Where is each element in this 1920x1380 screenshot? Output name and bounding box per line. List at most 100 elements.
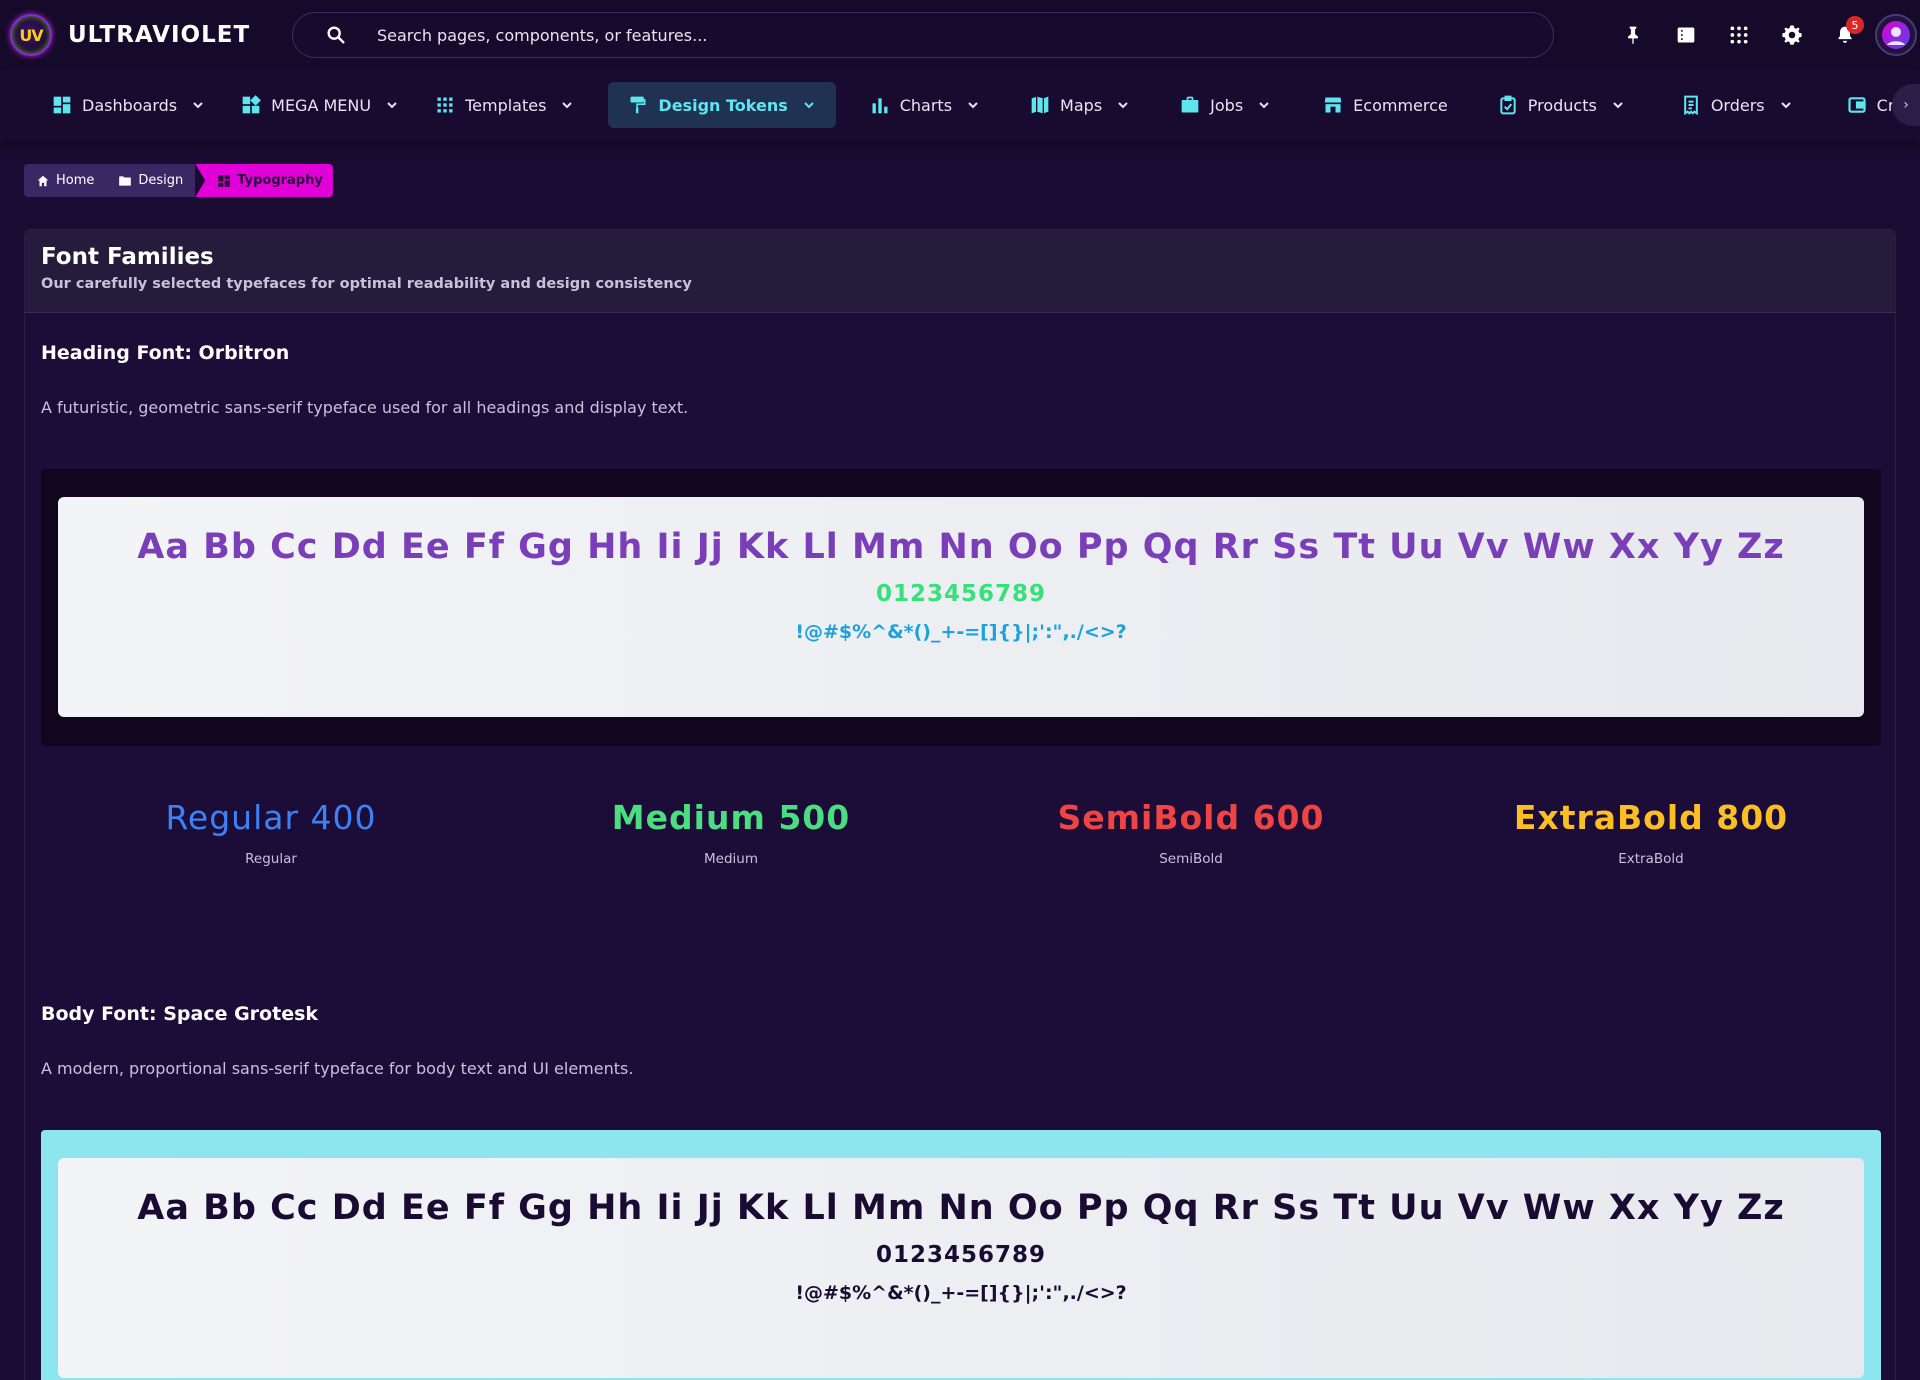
breadcrumb-label: Home (56, 173, 95, 188)
heading-font-description: A futuristic, geometric sans-serif typef… (41, 398, 689, 417)
dashboard-icon (53, 96, 71, 114)
nav-label: Charts (899, 95, 953, 115)
nav-item-products[interactable]: Products (1486, 82, 1637, 128)
app-name: ULTRAVIOLET (68, 22, 251, 48)
sample-symbols: !@#$%^&*()_+-=[]{}|;':",./<>? (795, 1282, 1127, 1304)
search-bar[interactable] (292, 12, 1554, 58)
nav-label: Ecommerce (1353, 95, 1448, 115)
weight-name: Regular 400 (165, 798, 377, 837)
nav-item-ecommerce[interactable]: Ecommerce (1311, 82, 1460, 128)
sample-digits: 0123456789 (875, 1242, 1047, 1268)
weight-label: Regular (245, 851, 297, 867)
nav-label: MEGA MENU (271, 95, 372, 115)
font-families-card: Font Families Our carefully selected typ… (24, 229, 1896, 1380)
nav-label: Templates (465, 95, 547, 115)
breadcrumb-design[interactable]: Design (106, 164, 196, 197)
list-view-button[interactable] (1659, 12, 1712, 58)
nav-item-dashboards[interactable]: Dashboards (40, 82, 217, 128)
body-font-sample: Aa Bb Cc Dd Ee Ff Gg Hh Ii Jj Kk Ll Mm N… (58, 1158, 1864, 1378)
sample-letters: Aa Bb Cc Dd Ee Ff Gg Hh Ii Jj Kk Ll Mm N… (137, 527, 1785, 567)
logo-badge: UV (10, 14, 52, 56)
nav-item-maps[interactable]: Maps (1018, 82, 1142, 128)
chevron-down-icon (804, 102, 814, 109)
nav-label: Orders (1710, 95, 1765, 115)
sample-letters: Aa Bb Cc Dd Ee Ff Gg Hh Ii Jj Kk Ll Mm N… (137, 1188, 1785, 1228)
heading-font-title: Heading Font: Orbitron (41, 342, 290, 364)
nav-item-jobs[interactable]: Jobs (1168, 82, 1283, 128)
weight-name: SemiBold 600 (1057, 798, 1325, 837)
chevron-right-icon: › (1903, 97, 1909, 113)
breadcrumb-home[interactable]: Home (24, 164, 107, 197)
map-icon (1031, 96, 1049, 114)
user-icon (1882, 21, 1910, 49)
gear-icon (1781, 25, 1802, 45)
folder-icon (119, 175, 132, 186)
sample-symbols: !@#$%^&*()_+-=[]{}|;':",./<>? (795, 621, 1127, 643)
pin-button[interactable] (1606, 12, 1659, 58)
chevron-down-icon (1613, 102, 1623, 109)
nav-item-orders[interactable]: Orders (1669, 82, 1805, 128)
heading-font-sample-frame: Aa Bb Cc Dd Ee Ff Gg Hh Ii Jj Kk Ll Mm N… (41, 469, 1881, 746)
breadcrumb: Home Design Typography (24, 164, 333, 197)
nav-item-charts[interactable]: Charts (858, 82, 992, 128)
card-subtitle: Our carefully selected typefaces for opt… (41, 276, 692, 292)
nav-item-templates[interactable]: Templates (423, 82, 586, 128)
paint-roller-icon (630, 96, 646, 114)
settings-button[interactable] (1765, 12, 1818, 58)
weight-regular: Regular 400 Regular (41, 798, 501, 867)
weight-label: SemiBold (1159, 851, 1223, 867)
main-nav: Dashboards MEGA MENU Templates Design To… (0, 70, 1920, 140)
clipboard-icon (1500, 95, 1516, 115)
nav-item-design-tokens[interactable]: Design Tokens (608, 82, 836, 128)
chevron-down-icon (1259, 102, 1269, 109)
heading-font-sample: Aa Bb Cc Dd Ee Ff Gg Hh Ii Jj Kk Ll Mm N… (58, 497, 1864, 717)
apps-button[interactable] (1712, 12, 1765, 58)
weight-semibold: SemiBold 600 SemiBold (961, 798, 1421, 867)
search-input[interactable] (377, 25, 1477, 45)
receipt-icon (1683, 95, 1698, 115)
chevron-down-icon (193, 102, 203, 109)
brand[interactable]: UV ULTRAVIOLET (0, 14, 292, 56)
chevron-down-icon (562, 102, 573, 109)
nav-label: Design Tokens (658, 95, 788, 115)
store-icon (1324, 97, 1342, 113)
body-font-description: A modern, proportional sans-serif typefa… (41, 1059, 634, 1078)
mega-menu-icon (242, 95, 262, 114)
weight-name: Medium 500 (611, 798, 851, 837)
notification-count-badge: 5 (1846, 16, 1864, 34)
weight-name: ExtraBold 800 (1513, 798, 1789, 837)
notifications-button[interactable]: 5 (1818, 12, 1871, 58)
breadcrumb-typography: Typography (195, 164, 333, 197)
nav-label: Maps (1060, 95, 1103, 115)
body-font-sample-frame: Aa Bb Cc Dd Ee Ff Gg Hh Ii Jj Kk Ll Mm N… (41, 1130, 1881, 1380)
card-title: Font Families (41, 244, 214, 270)
font-weights-row: Regular 400 Regular Medium 500 Medium Se… (41, 798, 1881, 867)
weight-extrabold: ExtraBold 800 ExtraBold (1421, 798, 1881, 867)
weight-medium: Medium 500 Medium (501, 798, 961, 867)
grid-dots-icon (437, 97, 453, 113)
wallet-icon (1848, 97, 1866, 113)
nav-label: Jobs (1210, 95, 1244, 115)
nav-item-mega-menu[interactable]: MEGA MENU (229, 82, 411, 128)
briefcase-icon (1181, 96, 1199, 113)
dashboard-icon (218, 174, 231, 187)
sample-digits: 0123456789 (875, 581, 1047, 607)
search-icon (327, 26, 345, 44)
list-icon (1677, 27, 1694, 43)
breadcrumb-label: Typography (237, 173, 323, 188)
chevron-down-icon (387, 102, 397, 109)
home-icon (37, 175, 49, 186)
breadcrumb-label: Design (138, 173, 184, 188)
weight-label: ExtraBold (1618, 851, 1684, 867)
nav-label: Dashboards (82, 95, 178, 115)
chevron-down-icon (968, 102, 978, 109)
top-bar: UV ULTRAVIOLET Search pages, components,… (0, 0, 1920, 70)
apps-grid-icon (1730, 26, 1747, 44)
pin-icon (1627, 26, 1638, 45)
chevron-down-icon (1118, 102, 1128, 109)
nav-label: Products (1527, 95, 1597, 115)
bar-chart-icon (872, 98, 888, 114)
header-actions: 5 (1606, 12, 1917, 58)
weight-label: Medium (704, 851, 758, 867)
user-avatar[interactable] (1875, 14, 1917, 56)
